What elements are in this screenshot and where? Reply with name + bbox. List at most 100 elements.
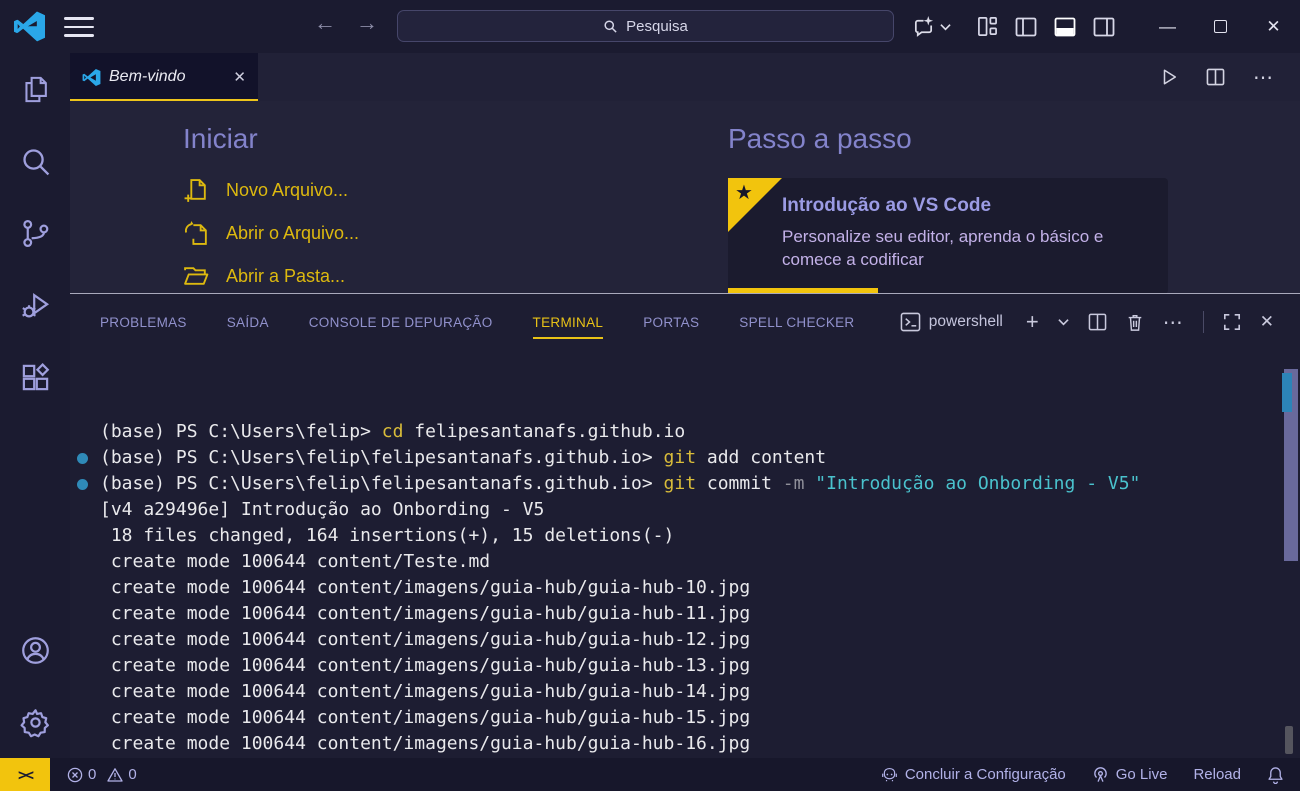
sidebar-item-search[interactable] — [0, 125, 70, 197]
terminal-dropdown-chevron-icon[interactable] — [1058, 318, 1069, 326]
toggle-primary-sidebar-icon[interactable] — [1015, 17, 1037, 37]
terminal-scrollbar-secondary-thumb[interactable] — [1285, 726, 1293, 754]
source-control-icon — [20, 218, 51, 249]
toggle-secondary-sidebar-icon[interactable] — [1093, 17, 1115, 37]
command-decoration-dot[interactable] — [77, 479, 88, 490]
reload-label: Reload — [1193, 766, 1241, 783]
terminal-line: create mode 100644 content/imagens/guia-… — [100, 601, 1300, 627]
maximize-panel-icon[interactable] — [1223, 313, 1241, 331]
terminal-scrollbar-command-mark — [1282, 373, 1292, 412]
command-decoration-dot[interactable] — [77, 453, 88, 464]
notifications-bell-icon[interactable] — [1267, 766, 1284, 784]
terminal-line: (base) PS C:\Users\felip\felipesantanafs… — [100, 445, 1300, 471]
terminal-line: create mode 100644 content/imagens/guia-… — [100, 653, 1300, 679]
walkthrough-card-title: Introdução ao VS Code — [782, 195, 1148, 217]
start-link-label: Abrir o Arquivo... — [226, 223, 359, 244]
editor-more-actions-icon[interactable]: ⋯ — [1253, 65, 1274, 90]
remote-indicator[interactable]: >< — [0, 758, 50, 791]
tab-saida[interactable]: SAÍDA — [227, 315, 269, 330]
reload-button[interactable]: Reload — [1193, 766, 1241, 783]
copilot-setup-icon — [881, 766, 898, 783]
extensions-icon — [20, 362, 51, 393]
chevron-down-icon — [940, 23, 951, 31]
gear-icon — [20, 707, 51, 738]
search-icon — [603, 19, 618, 34]
run-file-icon[interactable] — [1160, 68, 1178, 86]
walkthrough-section-title: Passo a passo — [728, 123, 912, 155]
welcome-page: Iniciar Novo Arquivo... Abrir o Arquivo.… — [70, 101, 1300, 293]
terminal-lines: (base) PS C:\Users\felip> cd felipesanta… — [100, 419, 1300, 758]
new-file-link[interactable]: Novo Arquivo... — [183, 177, 359, 204]
vscode-logo-icon — [13, 10, 46, 43]
search-input[interactable]: Pesquisa — [397, 10, 894, 42]
customize-layout-icon[interactable] — [977, 16, 998, 37]
panel-tabs: PROBLEMAS SAÍDA CONSOLE DE DEPURAÇÃO TER… — [100, 315, 855, 330]
terminal-line: create mode 100644 content/imagens/guia-… — [100, 679, 1300, 705]
menu-hamburger-icon[interactable] — [64, 17, 94, 37]
problems-status[interactable]: 0 0 — [67, 766, 143, 783]
sidebar-item-account[interactable] — [0, 614, 70, 686]
title-bar: ← → Pesquisa — [0, 0, 1300, 53]
start-links: Novo Arquivo... Abrir o Arquivo... Abrir… — [183, 177, 359, 290]
terminal-line: 18 files changed, 164 insertions(+), 15 … — [100, 523, 1300, 549]
go-live-button[interactable]: Go Live — [1092, 766, 1168, 783]
shell-label: powershell — [929, 313, 1003, 331]
terminal-output[interactable]: (base) PS C:\Users\felip> cd felipesanta… — [70, 350, 1300, 758]
start-link-label: Novo Arquivo... — [226, 180, 348, 201]
new-terminal-icon[interactable]: + — [1026, 309, 1039, 335]
copilot-menu-button[interactable] — [912, 15, 951, 38]
sidebar-item-settings[interactable] — [0, 686, 70, 758]
tab-close-icon[interactable]: ✕ — [233, 68, 246, 86]
tab-bem-vindo[interactable]: Bem-vindo ✕ — [70, 53, 258, 101]
warning-count: 0 — [128, 766, 136, 783]
sidebar-item-run-debug[interactable] — [0, 269, 70, 341]
tab-console-depuracao[interactable]: CONSOLE DE DEPURAÇÃO — [309, 315, 493, 330]
vscode-file-icon — [82, 68, 101, 87]
forward-arrow-icon[interactable]: → — [352, 10, 382, 36]
split-terminal-icon[interactable] — [1088, 313, 1107, 331]
finish-setup-label: Concluir a Configuração — [905, 766, 1066, 783]
toggle-panel-icon[interactable] — [1054, 17, 1076, 37]
tab-problemas[interactable]: PROBLEMAS — [100, 315, 187, 330]
minimize-button[interactable]: — — [1141, 0, 1194, 53]
close-panel-icon[interactable]: ✕ — [1260, 312, 1274, 332]
tab-portas[interactable]: PORTAS — [643, 315, 699, 330]
panel-more-actions-icon[interactable]: ⋯ — [1163, 310, 1184, 335]
walkthrough-progress-bar — [728, 288, 878, 293]
remote-icon: >< — [18, 766, 32, 784]
terminal-line: create mode 100644 content/imagens/guia-… — [100, 705, 1300, 731]
sidebar-item-source-control[interactable] — [0, 197, 70, 269]
status-bar: >< 0 0 Concluir a Configuração — [0, 758, 1300, 791]
error-icon — [67, 767, 83, 783]
walkthrough-card-description: Personalize seu editor, aprenda o básico… — [782, 225, 1148, 272]
tab-spell-checker[interactable]: SPELL CHECKER — [739, 315, 854, 330]
sidebar-item-explorer[interactable] — [0, 53, 70, 125]
shell-selector[interactable]: powershell — [900, 312, 1003, 332]
terminal-icon — [900, 312, 921, 332]
close-window-button[interactable]: ✕ — [1247, 0, 1300, 53]
search-sidebar-icon — [20, 146, 51, 177]
broadcast-icon — [1092, 766, 1109, 783]
open-folder-link[interactable]: Abrir a Pasta... — [183, 263, 359, 290]
search-placeholder: Pesquisa — [626, 18, 688, 35]
panel-header: PROBLEMAS SAÍDA CONSOLE DE DEPURAÇÃO TER… — [70, 294, 1300, 350]
tab-terminal[interactable]: TERMINAL — [533, 315, 604, 330]
account-icon — [20, 635, 51, 666]
warning-icon — [107, 767, 123, 783]
walkthrough-progress-track — [728, 288, 1168, 293]
sidebar-item-extensions[interactable] — [0, 341, 70, 413]
split-editor-icon[interactable] — [1206, 68, 1225, 86]
explorer-files-icon — [20, 74, 51, 105]
finish-setup-button[interactable]: Concluir a Configuração — [881, 766, 1066, 783]
terminal-line: create mode 100644 content/imagens/guia-… — [100, 575, 1300, 601]
copilot-icon — [912, 15, 935, 38]
terminal-line: create mode 100644 content/Teste.md — [100, 549, 1300, 575]
walkthrough-card[interactable]: ★ Introdução ao VS Code Personalize seu … — [728, 178, 1168, 293]
error-count: 0 — [88, 766, 96, 783]
tab-label: Bem-vindo — [109, 68, 225, 86]
terminal-line: [v4 a29496e] Introdução ao Onbording - V… — [100, 497, 1300, 523]
back-arrow-icon[interactable]: ← — [310, 10, 340, 36]
open-file-link[interactable]: Abrir o Arquivo... — [183, 220, 359, 247]
kill-terminal-trash-icon[interactable] — [1126, 313, 1144, 332]
maximize-button[interactable] — [1194, 0, 1247, 53]
